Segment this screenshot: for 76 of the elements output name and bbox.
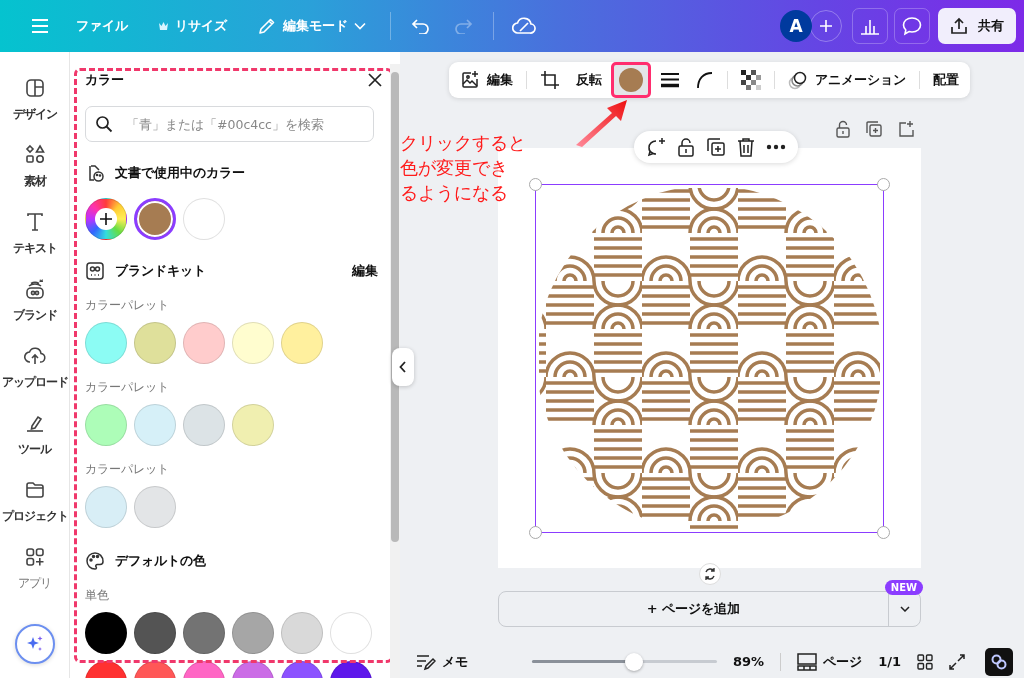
palette-label: カラーパレット (85, 380, 170, 394)
chevron-down-icon (899, 606, 910, 612)
rail-item[interactable]: アップロード (1, 344, 68, 411)
notes-pen-icon (416, 652, 436, 671)
image-edit-icon (460, 70, 480, 90)
rail-item[interactable]: ブランド (12, 277, 57, 344)
section-heading: ブランドキット (115, 262, 206, 280)
edit-button[interactable]: 編集 (457, 65, 516, 95)
rail-item[interactable]: ツール (18, 411, 51, 478)
rail-item[interactable]: プロジェクト (1, 478, 68, 545)
add-comment-icon[interactable] (646, 137, 666, 157)
duplicate-icon[interactable] (865, 120, 883, 138)
corner-radius-icon (696, 71, 714, 89)
page-count: 1/1 (878, 654, 901, 669)
speech-bubble-icon (902, 16, 922, 36)
rail-item[interactable]: アプリ (18, 545, 51, 612)
annotation-text: クリックすると 色が変更でき るようになる (400, 131, 526, 205)
more-icon[interactable] (766, 144, 786, 150)
upload-icon (950, 17, 968, 35)
trash-icon[interactable] (737, 137, 755, 157)
resize-handle[interactable] (877, 178, 890, 191)
share-button[interactable]: 共有 (938, 8, 1016, 44)
animate-button[interactable]: アニメーション (785, 65, 909, 95)
crown-icon (158, 21, 169, 31)
position-button[interactable]: 配置 (930, 65, 962, 95)
pages-button[interactable]: ページ (797, 652, 863, 671)
resize-handle[interactable] (529, 526, 542, 539)
flip-button[interactable]: 反転 (573, 65, 605, 95)
lock-icon[interactable] (677, 137, 695, 157)
chevron-down-icon (354, 22, 366, 30)
section-heading: 文書で使用中のカラー (115, 164, 245, 182)
insights-button[interactable] (852, 8, 888, 44)
zoom-reading: 89% (733, 654, 765, 669)
panel-title: カラー (85, 71, 124, 89)
duplicate-icon[interactable] (706, 137, 726, 157)
collapse-handle[interactable] (392, 348, 414, 386)
section-heading: デフォルトの色 (115, 552, 206, 570)
add-color-button[interactable] (85, 198, 127, 240)
rail-item[interactable]: テキスト (12, 210, 57, 277)
color-button[interactable] (611, 62, 651, 98)
new-badge: NEW (884, 580, 923, 595)
brand-kit-icon (85, 261, 105, 281)
palette-label: カラーパレット (85, 298, 170, 312)
circles-icon (788, 70, 808, 90)
edit-link[interactable]: 編集 (352, 262, 378, 280)
lock-icon[interactable] (835, 120, 851, 138)
grid-view-icon[interactable] (916, 653, 933, 670)
slider-thumb[interactable] (624, 652, 643, 671)
fullscreen-icon[interactable] (948, 653, 965, 670)
search-icon (95, 115, 113, 133)
palette-label: 単色 (85, 588, 110, 602)
page-layout-icon (797, 652, 818, 671)
palette-label: カラーパレット (85, 462, 170, 476)
notes-button[interactable]: メモ (416, 652, 468, 671)
search-field[interactable]: 「青」または「#00c4cc」を検索 (85, 106, 374, 142)
zoom-slider[interactable] (532, 651, 717, 672)
avatar[interactable]: A (780, 10, 812, 42)
comment-button[interactable] (894, 8, 930, 44)
border-lines-icon (660, 72, 680, 88)
scrollbar[interactable] (390, 64, 400, 678)
close-icon[interactable] (368, 73, 382, 87)
add-page-icon[interactable] (897, 120, 915, 138)
annotation-arrow (576, 99, 628, 147)
palette-icon (85, 551, 105, 571)
resize-handle[interactable] (529, 178, 542, 191)
rail-item[interactable]: 素材 (22, 143, 47, 210)
color-swatch[interactable] (134, 198, 176, 240)
plus-icon (100, 213, 112, 225)
crop-icon (540, 70, 560, 90)
checkerboard-icon (741, 70, 761, 90)
link-icon[interactable] (984, 647, 1013, 676)
pencil-icon (257, 16, 277, 36)
magic-sparkle-button[interactable] (14, 624, 55, 664)
resize-handle[interactable] (877, 526, 890, 539)
bar-chart-icon (860, 17, 880, 35)
rail-item[interactable]: デザイン (12, 76, 57, 143)
